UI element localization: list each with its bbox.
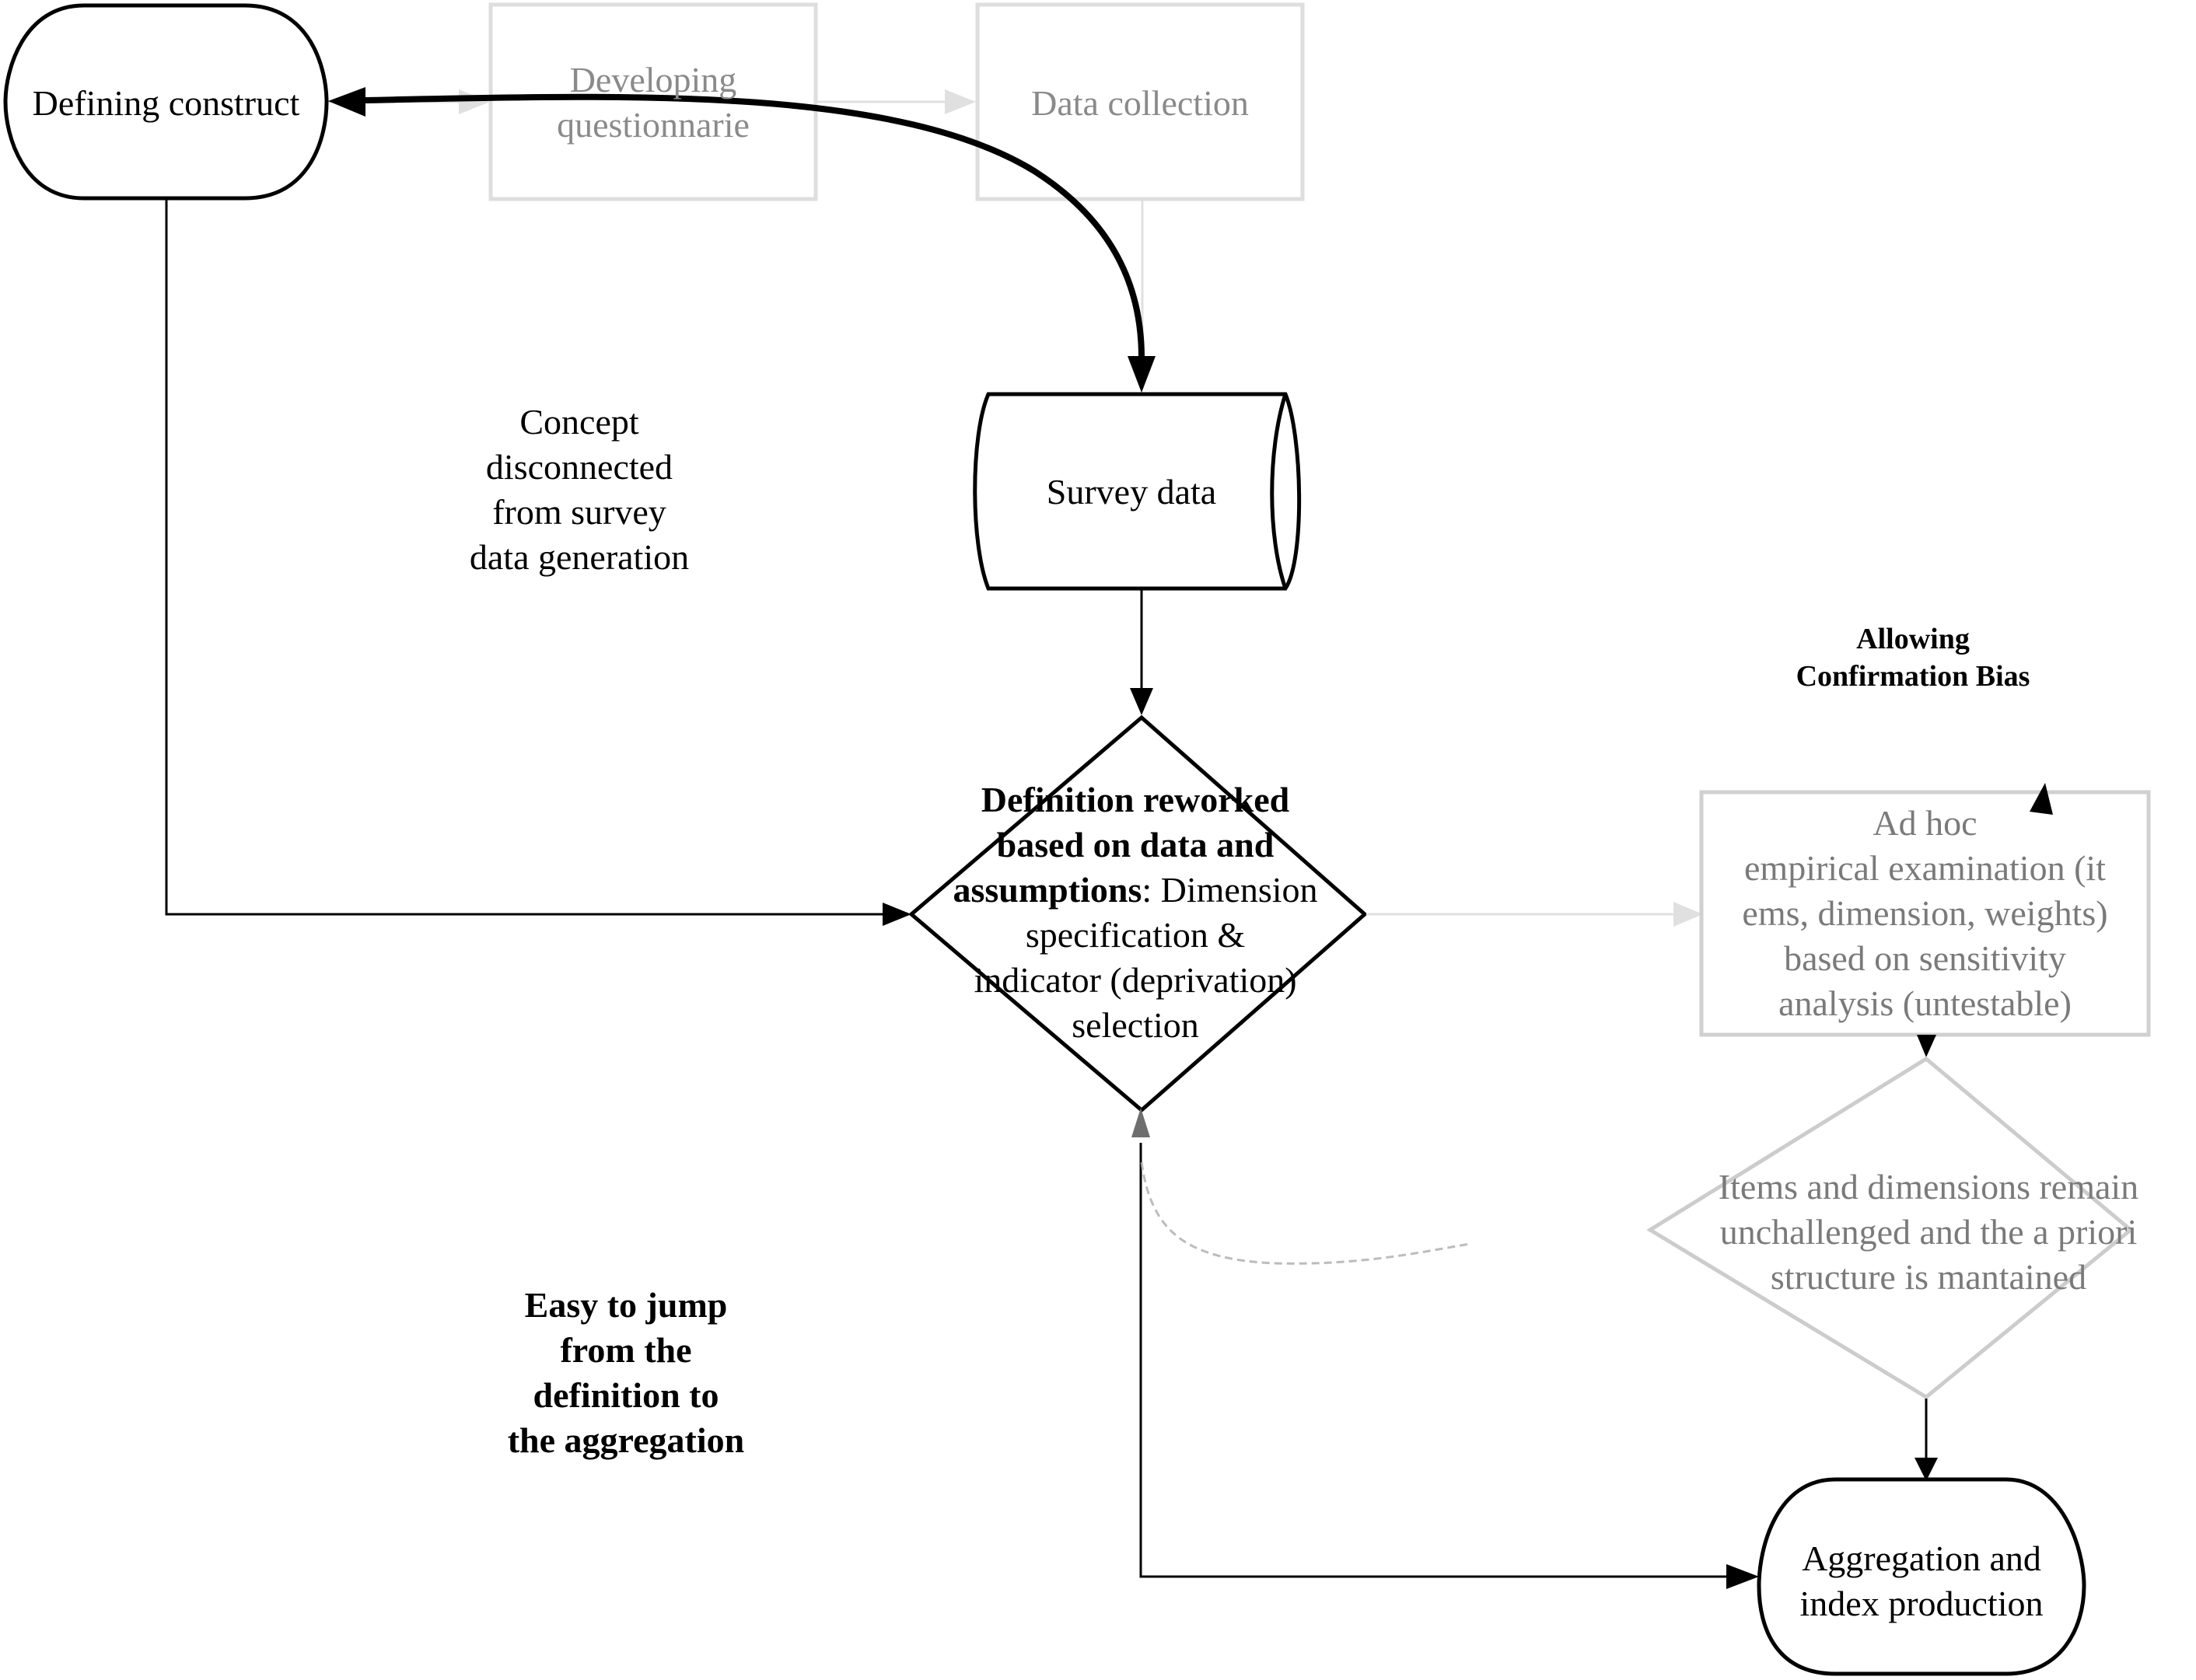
edge-items-to-aggregation <box>1915 1399 1938 1481</box>
annotation-confirmation-bias: Allowing Confirmation Bias <box>1796 623 2030 693</box>
label-definition-reworked: Definition reworked based on data and as… <box>953 780 1318 1045</box>
label-items-unchallenged: Items and dimensions remain unchallenged… <box>1718 1167 2139 1297</box>
label-aggregation: Aggregation and index production <box>1799 1539 2044 1623</box>
label-ad-hoc-examination: Ad hoc empirical examination (it ems, di… <box>1742 803 2108 1023</box>
label-defining-construct: Defining construct <box>32 83 300 123</box>
annotation-easy-to-jump: Easy to jump from the definition to the … <box>507 1285 745 1460</box>
annotation-concept-disconnected: Concept disconnected from survey data ge… <box>469 402 690 577</box>
dashed-edge-items-to-definition <box>1140 1161 1470 1265</box>
label-data-collection: Data collection <box>1031 83 1249 123</box>
label-developing-questionnaire: Developing questionnarie <box>557 60 750 145</box>
arrow-adhoc-to-items <box>1917 1035 1936 1057</box>
label-survey-data: Survey data <box>1046 472 1217 512</box>
edge-survey-to-definition <box>1130 590 1153 715</box>
faded-edge-definition-to-adhoc <box>1366 902 1703 927</box>
